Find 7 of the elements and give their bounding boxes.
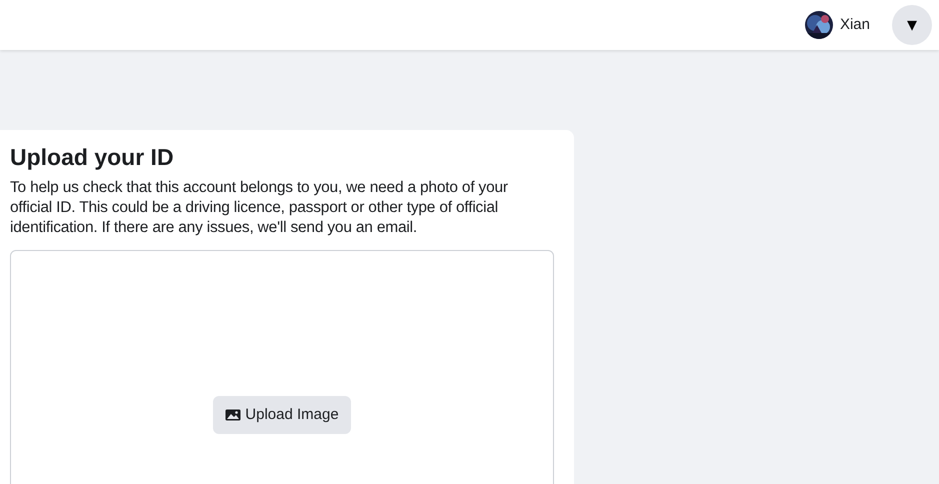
- card-title: Upload your ID: [10, 144, 175, 172]
- user-name[interactable]: Xian: [840, 14, 870, 36]
- upload-image-button[interactable]: Upload Image: [213, 396, 351, 434]
- image-icon: [225, 408, 242, 421]
- upload-area[interactable]: Upload Image: [10, 250, 554, 484]
- description-text: To help us check that this account belongs to you, we need a photo of your official ID. This could be a driving licence, passport or other type of official identification. If there are any issues, we'll send you an email.: [10, 178, 509, 238]
- dropdown-button[interactable]: ▾: [892, 5, 932, 45]
